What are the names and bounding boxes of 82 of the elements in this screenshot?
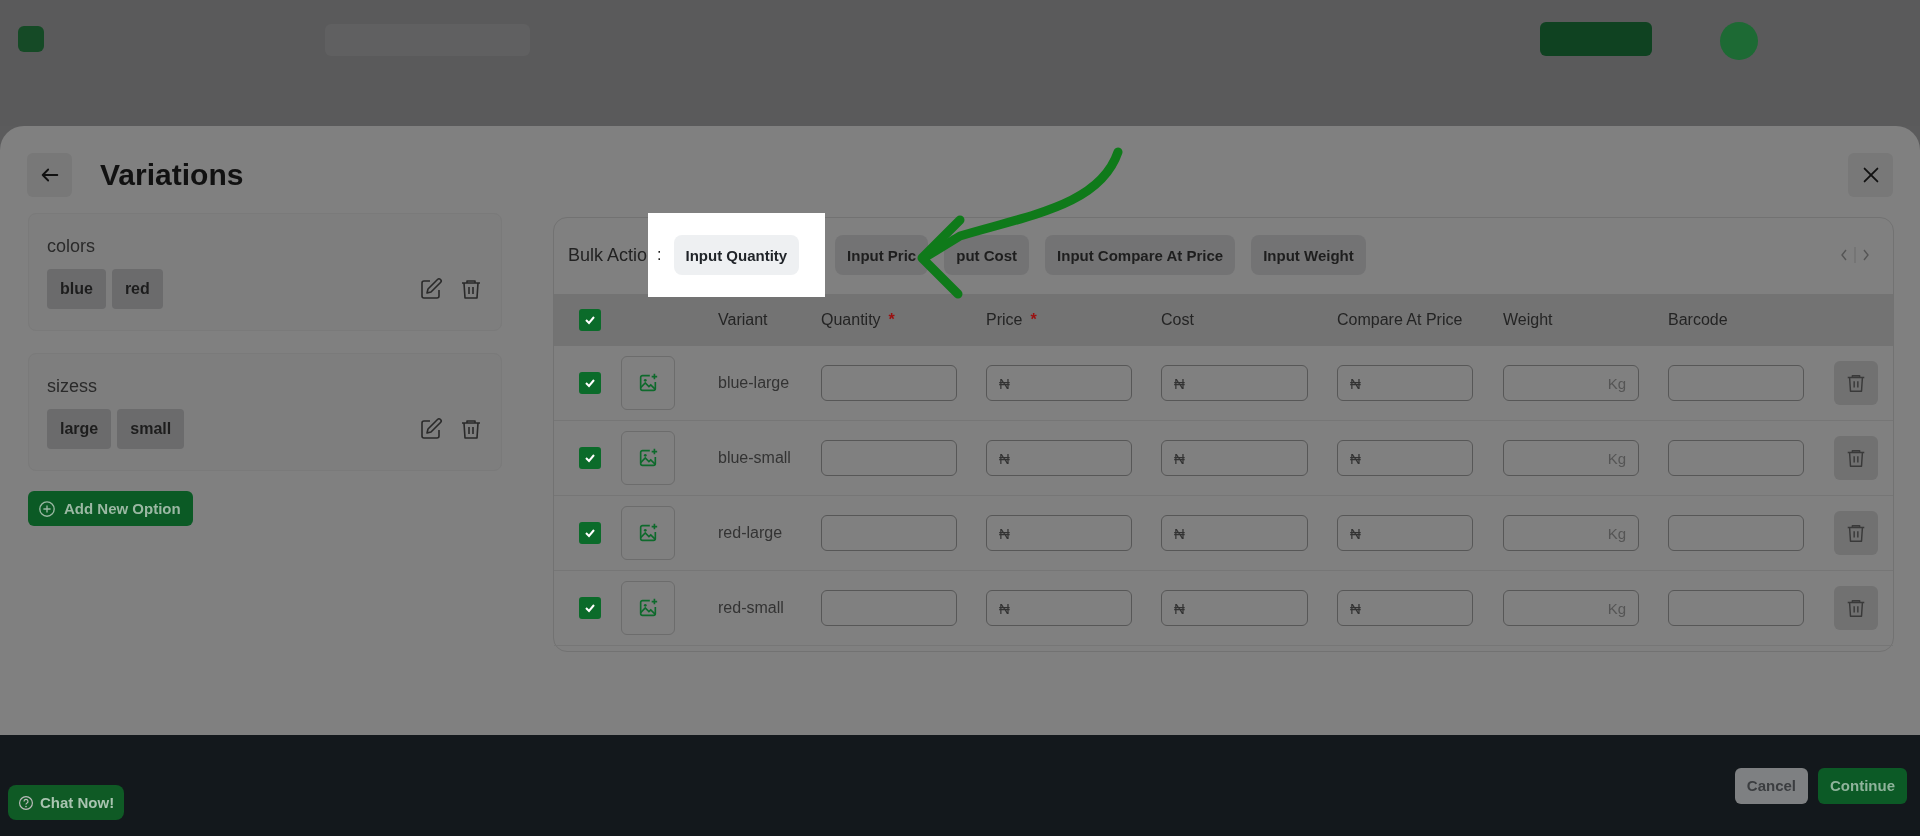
close-button[interactable]: [1848, 153, 1893, 197]
row-checkbox[interactable]: [579, 597, 601, 619]
table-input-field[interactable]: [1668, 590, 1804, 626]
image-plus-icon: [637, 447, 659, 469]
table-input-field[interactable]: [1668, 365, 1804, 401]
trash-icon[interactable]: [459, 417, 483, 441]
variant-name: red-small: [718, 599, 784, 617]
required-asterisk: *: [1030, 311, 1037, 329]
blurred-logo: [18, 26, 44, 52]
table-input-field[interactable]: ₦: [1161, 590, 1308, 626]
bulk-action-button[interactable]: Input Pric: [835, 235, 929, 275]
delete-row-button[interactable]: [1834, 511, 1878, 555]
row-checkbox[interactable]: [579, 447, 601, 469]
option-value-tag: large: [47, 409, 112, 449]
variant-name: blue-small: [718, 449, 791, 467]
image-plus-icon: [637, 522, 659, 544]
delete-row-button[interactable]: [1834, 436, 1878, 480]
option-name: colors: [47, 236, 96, 257]
row-checkbox[interactable]: [579, 522, 601, 544]
footer-button[interactable]: Cancel: [1734, 767, 1808, 804]
table-input-field[interactable]: ₦: [986, 515, 1132, 551]
table-input-field[interactable]: ₦: [1337, 365, 1473, 401]
table-input-field[interactable]: ₦: [1161, 440, 1308, 476]
table-input-field[interactable]: [821, 515, 957, 551]
trash-icon[interactable]: [459, 277, 483, 301]
add-image-button[interactable]: [621, 581, 675, 635]
column-header: Cost: [1161, 311, 1194, 329]
column-header: Barcode: [1668, 311, 1728, 329]
avatar-placeholder: [1720, 22, 1758, 60]
edit-icon[interactable]: [419, 417, 443, 441]
bulk-action-button[interactable]: Input Quantity: [673, 235, 800, 275]
trash-icon: [1845, 597, 1867, 619]
table-input-field[interactable]: ₦: [1337, 440, 1473, 476]
table-input-field[interactable]: ₦: [986, 590, 1132, 626]
trash-icon: [1845, 372, 1867, 394]
option-value-tag: blue: [47, 269, 106, 309]
select-all-checkbox[interactable]: [579, 309, 601, 331]
column-header: Quantity: [821, 311, 881, 329]
bulk-action-button[interactable]: Input Weight: [1251, 235, 1366, 275]
table-input-field[interactable]: [821, 590, 957, 626]
add-image-button[interactable]: [621, 506, 675, 560]
image-plus-icon: [637, 597, 659, 619]
option-value-tag: red: [111, 269, 163, 309]
bulk-action-label: Bulk Actio: [568, 244, 648, 266]
column-header: Compare At Price: [1337, 311, 1463, 329]
table-input-field[interactable]: ₦: [1161, 365, 1308, 401]
trash-icon: [1845, 447, 1867, 469]
bulk-action-button[interactable]: put Cost: [944, 235, 1030, 275]
add-image-button[interactable]: [621, 356, 675, 410]
variant-name: red-large: [718, 524, 783, 542]
table-input-field[interactable]: [1668, 515, 1804, 551]
table-input-field[interactable]: ₦: [1337, 590, 1473, 626]
chat-button[interactable]: Chat Now!: [8, 785, 125, 820]
option-name: sizess: [47, 376, 98, 397]
bulk-action-button[interactable]: Input Compare At Price: [1045, 235, 1236, 275]
plus-circle-icon: [38, 499, 56, 518]
footer-button[interactable]: Continue: [1818, 767, 1907, 804]
variant-name: blue-large: [718, 374, 790, 392]
table-input-field[interactable]: ₦: [1161, 515, 1308, 551]
table-input-field[interactable]: ₦: [986, 365, 1132, 401]
trash-icon: [1845, 522, 1867, 544]
add-image-button[interactable]: [621, 431, 675, 485]
add-option-button[interactable]: Add New Option: [28, 491, 193, 526]
table-input-field[interactable]: ₦: [1337, 515, 1473, 551]
required-asterisk: *: [888, 311, 895, 329]
separator-colon: :: [657, 246, 662, 264]
row-checkbox[interactable]: [579, 372, 601, 394]
delete-row-button[interactable]: [1834, 361, 1878, 405]
table-input-field[interactable]: [1668, 440, 1804, 476]
modal-title: Variations: [100, 158, 244, 192]
edit-icon[interactable]: [419, 277, 443, 301]
back-button[interactable]: [27, 153, 72, 197]
column-header: Price: [986, 311, 1023, 329]
table-input-field[interactable]: ₦: [986, 440, 1132, 476]
column-header: Variant: [718, 311, 768, 329]
delete-row-button[interactable]: [1834, 586, 1878, 630]
table-input-field[interactable]: [821, 365, 957, 401]
column-header: Weight: [1503, 311, 1553, 329]
image-plus-icon: [637, 372, 659, 394]
help-icon: [18, 794, 34, 811]
table-input-field[interactable]: [821, 440, 957, 476]
option-value-tag: small: [117, 409, 185, 449]
